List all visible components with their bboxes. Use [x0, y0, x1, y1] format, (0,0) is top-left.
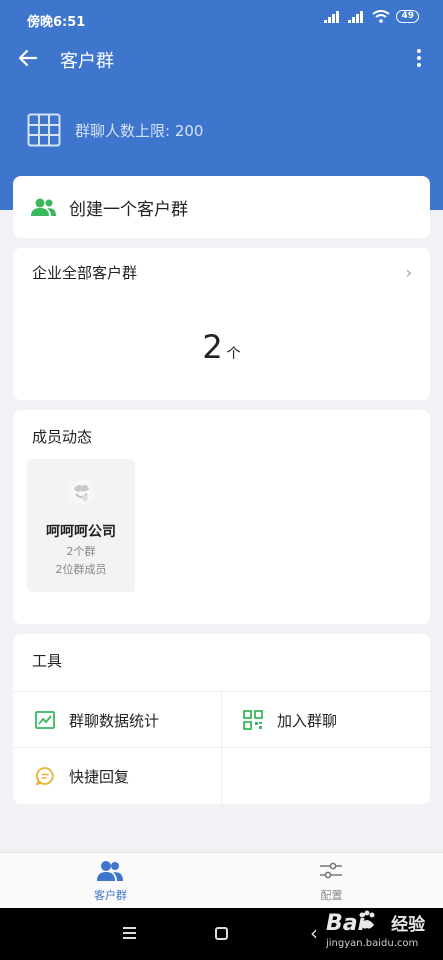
- member-card[interactable]: 呵呵呵公司 2个群 2位群成员: [27, 459, 135, 592]
- create-group-label: 创建一个客户群: [69, 199, 188, 220]
- nav-bar: 客户群: [0, 36, 443, 82]
- tools-title: 工具: [32, 652, 63, 670]
- wifi-icon: [372, 10, 391, 23]
- member-group-count: 2个群: [66, 545, 96, 558]
- tab-customer-groups-label: 客户群: [94, 889, 127, 902]
- group-count-unit: 个: [226, 346, 241, 362]
- chevron-right-icon: ›: [405, 263, 412, 282]
- tool-chat-statistics[interactable]: 群聊数据统计: [35, 692, 221, 748]
- tool-join-group-label: 加入群聊: [277, 711, 338, 730]
- system-back-icon[interactable]: ‹: [310, 921, 318, 945]
- group-limit-info: 群聊人数上限: 200: [27, 112, 203, 148]
- member-name: 呵呵呵公司: [46, 524, 116, 540]
- tools-card: 工具 群聊数据统计 加入群聊 快捷回复: [13, 634, 430, 804]
- qr-code-icon: [243, 710, 263, 730]
- all-groups-title: 企业全部客户群: [32, 264, 138, 282]
- paw-logo-icon: [359, 910, 375, 929]
- group-count: 2个: [13, 328, 430, 366]
- more-options-icon[interactable]: [415, 46, 423, 70]
- create-group-button[interactable]: 创建一个客户群: [13, 176, 430, 238]
- divider: [221, 692, 222, 804]
- people-add-icon: [31, 198, 56, 216]
- tool-quick-reply[interactable]: 快捷回复: [35, 748, 221, 804]
- people-icon: [97, 861, 123, 881]
- tab-settings[interactable]: 配置: [221, 853, 442, 909]
- chart-icon: [35, 711, 55, 729]
- signal-icon-2: [348, 10, 364, 23]
- recent-apps-icon[interactable]: [123, 927, 136, 942]
- group-count-number: 2: [202, 328, 223, 366]
- signal-icon: [324, 10, 340, 23]
- avatar: [68, 479, 94, 505]
- settings-sliders-icon: [320, 862, 342, 879]
- member-activity-title: 成员动态: [32, 428, 93, 446]
- group-limit-text: 群聊人数上限: 200: [75, 121, 204, 140]
- status-icons: 49: [324, 10, 419, 23]
- tool-chat-statistics-label: 群聊数据统计: [69, 711, 160, 730]
- page-title: 客户群: [60, 51, 114, 72]
- tab-customer-groups[interactable]: 客户群: [0, 853, 221, 909]
- back-arrow-icon[interactable]: [16, 46, 40, 70]
- watermark-url: jingyan.baidu.com: [326, 938, 419, 949]
- status-time: 傍晚6:51: [27, 15, 86, 30]
- tool-quick-reply-label: 快捷回复: [69, 767, 130, 786]
- status-bar: 傍晚6:51 49: [0, 0, 443, 36]
- quick-reply-icon: [35, 767, 54, 786]
- home-icon[interactable]: [215, 927, 228, 940]
- member-activity-card: 成员动态 呵呵呵公司 2个群 2位群成员: [13, 410, 430, 624]
- tab-settings-label: 配置: [320, 889, 343, 902]
- system-navigation-bar: ‹ Bai 经验 jingyan.baidu.com: [0, 908, 443, 960]
- all-groups-card[interactable]: 企业全部客户群 › 2个: [13, 248, 430, 400]
- grid-icon: [27, 113, 61, 147]
- tool-join-group[interactable]: 加入群聊: [243, 692, 429, 748]
- battery-icon: 49: [396, 10, 419, 23]
- member-member-count: 2位群成员: [55, 563, 107, 576]
- bottom-tab-bar: 客户群 配置: [0, 852, 443, 908]
